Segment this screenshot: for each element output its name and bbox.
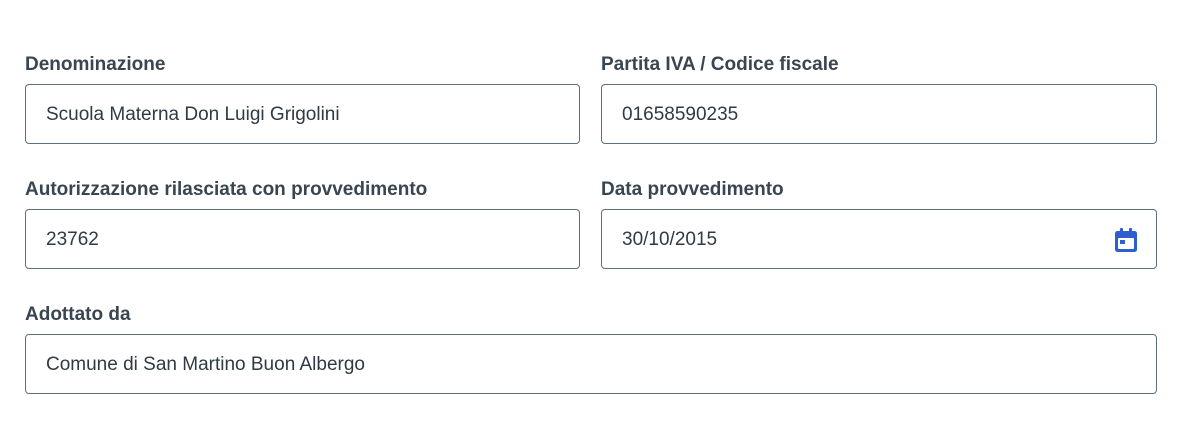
adottato-da-field: Adottato da Comune di San Martino Buon A… bbox=[25, 304, 1157, 396]
data-provvedimento-field: Data provvedimento 30/10/2015 bbox=[601, 179, 1157, 271]
autorizzazione-input[interactable]: 23762 bbox=[25, 209, 580, 269]
company-details-form: Denominazione Scuola Materna Don Luigi G… bbox=[0, 0, 1188, 426]
adottato-da-label: Adottato da bbox=[25, 304, 131, 325]
adottato-da-input[interactable]: Comune di San Martino Buon Albergo bbox=[25, 334, 1157, 394]
autorizzazione-field: Autorizzazione rilasciata con provvedime… bbox=[25, 179, 580, 271]
autorizzazione-label: Autorizzazione rilasciata con provvedime… bbox=[25, 179, 428, 200]
autorizzazione-value: 23762 bbox=[46, 229, 99, 250]
partita-iva-label: Partita IVA / Codice fiscale bbox=[601, 54, 839, 75]
partita-iva-field: Partita IVA / Codice fiscale 01658590235 bbox=[601, 54, 1157, 146]
partita-iva-value: 01658590235 bbox=[622, 104, 739, 125]
partita-iva-input[interactable]: 01658590235 bbox=[601, 84, 1157, 144]
data-provvedimento-input[interactable]: 30/10/2015 bbox=[601, 209, 1157, 269]
denominazione-value: Scuola Materna Don Luigi Grigolini bbox=[46, 104, 340, 125]
data-provvedimento-label: Data provvedimento bbox=[601, 179, 784, 200]
calendar-icon[interactable] bbox=[1115, 228, 1137, 252]
data-provvedimento-value: 30/10/2015 bbox=[622, 229, 718, 250]
denominazione-label: Denominazione bbox=[25, 54, 166, 75]
denominazione-field: Denominazione Scuola Materna Don Luigi G… bbox=[25, 54, 580, 146]
adottato-da-value: Comune di San Martino Buon Albergo bbox=[46, 354, 365, 375]
denominazione-input[interactable]: Scuola Materna Don Luigi Grigolini bbox=[25, 84, 580, 144]
